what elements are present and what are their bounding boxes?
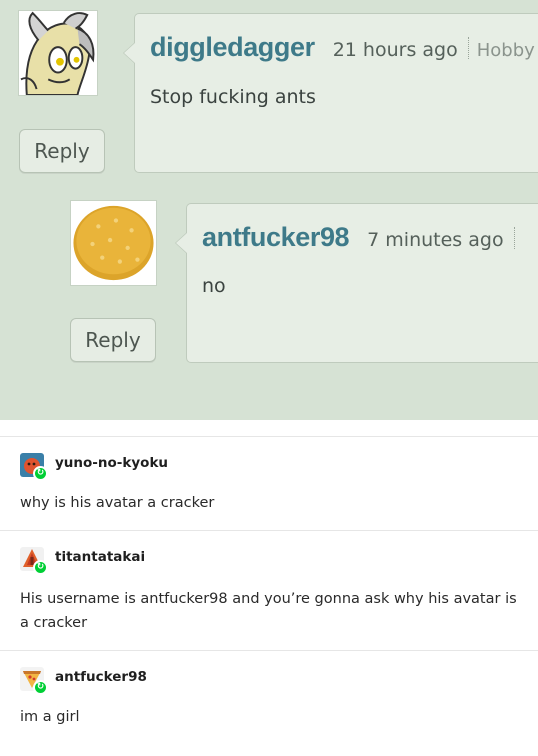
header-divider — [513, 227, 515, 249]
note-item: ↻ titantatakai His username is antfucker… — [0, 530, 538, 650]
bubble-tail — [123, 42, 135, 64]
note-username[interactable]: titantatakai — [55, 549, 145, 565]
cracker-avatar-icon[interactable] — [70, 200, 157, 286]
reply-button[interactable]: Reply — [70, 318, 156, 362]
comment-role: Hobby — [476, 40, 535, 61]
forum-screenshot: diggledagger 21 hours ago Hobby Stop fuc… — [0, 0, 538, 420]
pony-avatar-icon[interactable] — [18, 10, 98, 96]
comment-body: Stop fucking ants — [150, 86, 316, 108]
comment-timestamp[interactable]: 21 hours ago — [333, 39, 458, 61]
comment-header: antfucker98 7 minutes ago — [202, 222, 515, 253]
note-username[interactable]: yuno-no-kyoku — [55, 455, 168, 471]
bubble-tail — [175, 232, 187, 254]
reblog-icon: ↻ — [33, 466, 48, 481]
reblog-icon: ↻ — [33, 560, 48, 575]
reply-button[interactable]: Reply — [19, 129, 105, 173]
note-item: ↻ yuno-no-kyoku why is his avatar a crac… — [0, 436, 538, 530]
note-item: ↻ antfucker98 im a girl — [0, 650, 538, 756]
comment-body: no — [202, 275, 226, 297]
comment-username[interactable]: diggledagger — [150, 32, 315, 63]
comment-timestamp[interactable]: 7 minutes ago — [367, 229, 503, 251]
reblog-icon: ↻ — [33, 680, 48, 695]
note-text: His username is antfucker98 and you’re g… — [20, 591, 517, 631]
header-divider — [467, 37, 469, 59]
comment-header: diggledagger 21 hours ago Hobby — [150, 32, 535, 63]
note-username[interactable]: antfucker98 — [55, 669, 147, 685]
comment-username[interactable]: antfucker98 — [202, 222, 350, 253]
note-text: im a girl — [20, 709, 80, 725]
note-text: why is his avatar a cracker — [20, 495, 215, 511]
